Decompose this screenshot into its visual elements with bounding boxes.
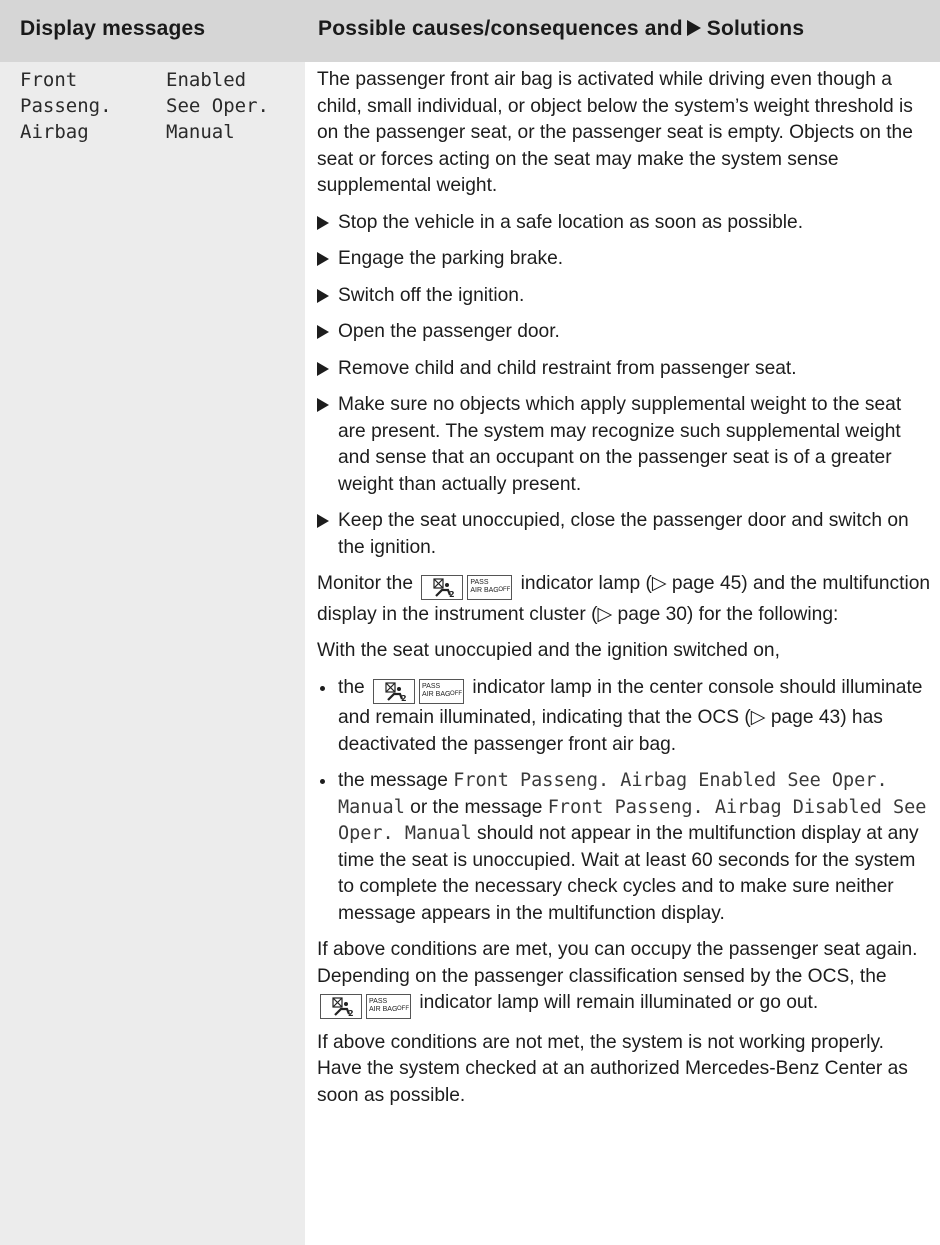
svg-text:2: 2 [348,1009,354,1018]
step-arrow-icon [317,514,329,528]
solution-step: Stop the vehicle in a safe location as s… [317,210,932,237]
bullet-text: the message [338,770,454,791]
bullet-dot-icon [320,779,325,784]
svg-text:2: 2 [401,694,407,703]
bullet-dot-icon [320,685,325,691]
lamp-pass-label: PASS [422,682,441,690]
bullet-text: or the message [404,796,548,818]
display-message-part-a: Front Passeng. Airbag [20,67,112,145]
check-bullets: the 2 PASS AIR BAG OFF indicator lamp in th… [317,675,932,928]
lamp-off-label: OFF [498,587,511,593]
conditions-not-met-paragraph: If above conditions are not met, the sys… [317,1031,908,1106]
solution-step: Switch off the ignition. [317,283,932,310]
solution-step: Open the passenger door. [317,319,932,346]
step-arrow-icon [317,215,329,230]
header-cell-display-messages: Display messages [0,0,305,62]
step-arrow-icon [317,325,329,339]
message-line: Airbag [20,121,89,143]
step-arrow-icon [317,398,329,412]
solution-step: Keep the seat unoccupied, close the pass… [317,508,932,561]
with-seat-paragraph: With the seat unoccupied and the ignitio… [317,640,780,661]
solution-step: Engage the parking brake. [317,246,932,273]
check-bullet: the message Front Passeng. Airbag Enable… [317,768,932,927]
display-message-column [0,62,305,1245]
pass-airbag-off-label-icon: PASS AIR BAG OFF [467,575,513,600]
step-arrow-icon [317,361,329,376]
step-text: Stop the vehicle in a safe location as s… [338,211,804,233]
lamp-airbag-label: AIR BAG [422,690,451,698]
causes-content: The passenger front air bag is activated… [317,67,932,1109]
step-text: Open the passenger door. [338,321,560,342]
lamp-pass-label: PASS [369,998,388,1005]
header-causes-label: Possible causes/consequences and [318,17,683,40]
solution-step: Remove child and child restraint from pa… [317,356,932,383]
header-solutions-label: Solutions [706,17,805,40]
passenger-seat-occupancy-icon: 2 [320,994,362,1019]
step-text: Keep the seat unoccupied, close the pass… [338,510,909,558]
met-prefix: If above conditions are met, you can occ… [317,939,918,987]
step-arrow-icon [317,288,329,303]
pass-airbag-off-label-icon: PASS AIR BAG OFF [419,678,465,704]
monitor-paragraph: Monitor the 2 PASS AIR BAG OFF indicator la… [317,571,932,628]
manual-page: Display messages Possible causes/consequ… [0,0,940,1245]
message-line: See Oper. [166,95,269,117]
lamp-airbag-label: AIR BAG [470,587,499,594]
lamp-pass-airbag-text: PASS AIR BAG [470,579,498,595]
step-text: Make sure no objects which apply supplem… [338,394,902,495]
solution-steps: Stop the vehicle in a safe location as s… [317,210,932,562]
pass-airbag-off-indicator-icon: 2 PASS AIR BAG OFF [373,678,465,706]
pass-airbag-off-indicator-icon: 2 PASS AIR BAG OFF [320,994,411,1021]
passenger-seat-occupancy-icon: 2 [373,678,416,704]
bullet-prefix: the [338,676,365,698]
message-line: Manual [166,121,235,143]
step-text: Switch off the ignition. [338,284,525,306]
lamp-pass-airbag-text: PASS AIR BAG [369,998,397,1014]
step-text: Engage the parking brake. [338,248,564,269]
step-arrow-icon [317,252,329,266]
cause-paragraph: The passenger front air bag is activated… [317,69,913,196]
monitor-prefix: Monitor the [317,573,413,594]
lamp-off-label: OFF [450,690,463,697]
message-line: Front [20,69,78,91]
message-line: Enabled [166,69,247,91]
met-suffix: indicator lamp will remain illuminated o… [419,992,819,1013]
lamp-pass-airbag-text: PASS AIR BAG [422,683,450,699]
lamp-pass-label: PASS [470,579,489,586]
pass-airbag-off-indicator-icon: 2 PASS AIR BAG OFF [421,575,513,602]
check-bullet: the 2 PASS AIR BAG OFF indicator lamp in th… [317,675,932,759]
pass-airbag-off-label-icon: PASS AIR BAG OFF [366,994,411,1019]
message-line: Passeng. [20,95,112,117]
lamp-off-label: OFF [397,1006,409,1012]
display-message-part-b: Enabled See Oper. Manual [166,67,269,145]
header-display-messages: Display messages [20,17,206,40]
header-causes-solutions: Possible causes/consequences and Solution… [318,17,804,41]
solution-arrow-icon [686,20,701,36]
table-header: Display messages Possible causes/consequ… [0,0,940,62]
solution-step: Make sure no objects which apply supplem… [317,392,932,498]
header-cell-causes: Possible causes/consequences and Solution… [307,0,940,62]
passenger-seat-occupancy-icon: 2 [421,575,464,600]
svg-text:2: 2 [449,590,455,599]
lamp-airbag-label: AIR BAG [369,1006,398,1013]
conditions-met-paragraph: If above conditions are met, you can occ… [317,937,932,1021]
step-text: Remove child and child restraint from pa… [338,357,797,379]
